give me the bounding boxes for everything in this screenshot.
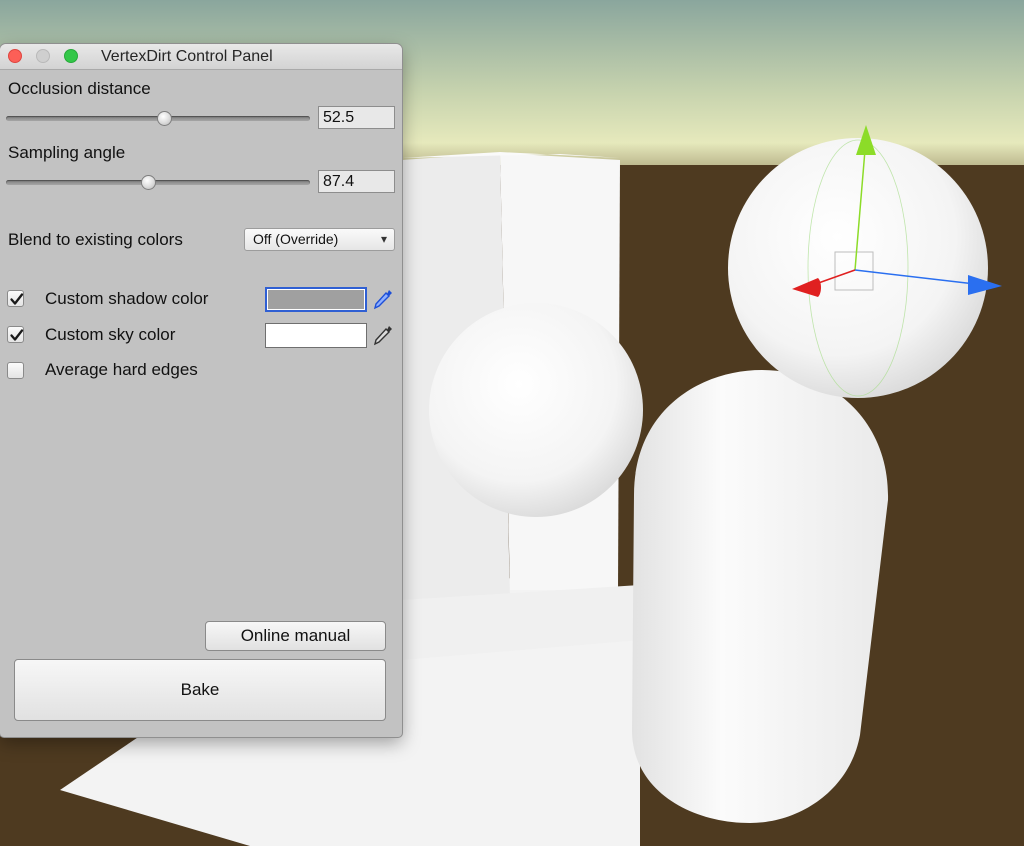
maximize-window-icon[interactable]: [64, 49, 78, 63]
updown-arrows-icon: ▾: [380, 232, 387, 246]
eyedropper-icon[interactable]: [371, 287, 395, 311]
shadow-color-label: Custom shadow color: [45, 289, 209, 308]
hard-edges-label: Average hard edges: [45, 360, 198, 379]
capsule[interactable]: [632, 370, 889, 823]
window-title: VertexDirt Control Panel: [101, 48, 273, 65]
blend-dropdown[interactable]: Off (Override) ▾: [244, 228, 395, 251]
hard-edges-checkbox[interactable]: [7, 362, 24, 379]
eyedropper-icon[interactable]: [371, 323, 395, 347]
selected-sphere[interactable]: [728, 138, 988, 398]
sampling-value-field[interactable]: 87.4: [318, 170, 395, 193]
close-window-icon[interactable]: [8, 49, 22, 63]
sky-color-swatch[interactable]: [265, 323, 367, 348]
shadow-color-swatch[interactable]: [265, 287, 367, 312]
shadow-color-checkbox[interactable]: [7, 290, 24, 307]
sky-color-label: Custom sky color: [45, 325, 176, 344]
title-bar[interactable]: VertexDirt Control Panel: [0, 44, 402, 70]
bake-button[interactable]: Bake: [14, 659, 386, 721]
sampling-slider-thumb[interactable]: [141, 175, 157, 190]
occlusion-value-field[interactable]: 52.5: [318, 106, 395, 129]
minimize-window-icon[interactable]: [36, 49, 50, 63]
occlusion-slider-thumb[interactable]: [156, 111, 172, 126]
small-sphere[interactable]: [429, 303, 643, 517]
sampling-label: Sampling angle: [8, 143, 126, 162]
sky-color-checkbox[interactable]: [7, 326, 24, 343]
blend-label: Blend to existing colors: [8, 230, 183, 249]
online-manual-button[interactable]: Online manual: [205, 621, 386, 651]
occlusion-label: Occlusion distance: [8, 79, 151, 98]
control-panel-window: VertexDirt Control Panel Occlusion dista…: [0, 44, 402, 737]
blend-selected-value: Off (Override): [253, 231, 339, 247]
sampling-slider-track[interactable]: [6, 180, 310, 185]
